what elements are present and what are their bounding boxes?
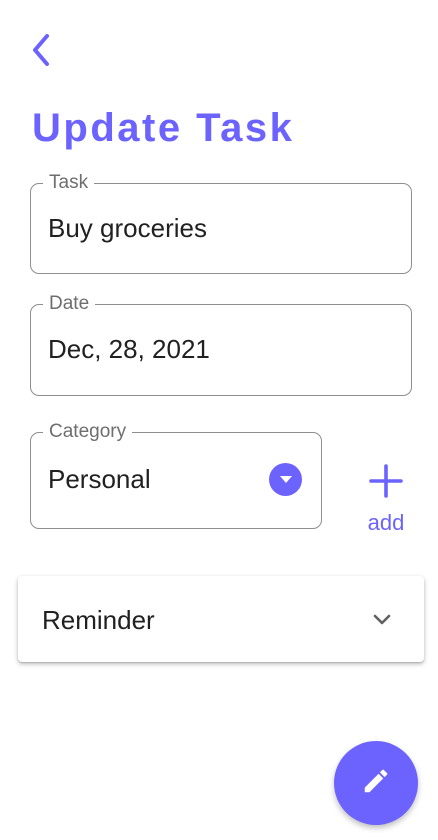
task-field-value[interactable]: Buy groceries <box>48 212 207 244</box>
reminder-expander[interactable]: Reminder <box>18 576 424 662</box>
dropdown-arrow-icon[interactable] <box>269 463 302 496</box>
date-field-label: Date <box>43 292 96 316</box>
edit-pencil-icon <box>361 766 391 801</box>
add-category-button[interactable]: add <box>352 456 420 540</box>
task-field[interactable]: Task Buy groceries <box>30 171 412 274</box>
category-select[interactable]: Category Personal <box>30 420 322 529</box>
plus-icon <box>369 464 403 498</box>
category-select-label: Category <box>43 420 133 444</box>
task-field-label: Task <box>43 171 95 195</box>
reminder-label: Reminder <box>42 605 155 635</box>
add-category-label: add <box>367 510 405 535</box>
edit-fab-button[interactable] <box>334 741 418 825</box>
category-select-value: Personal <box>48 464 151 494</box>
page-title: Update Task <box>32 106 295 150</box>
back-button[interactable] <box>22 26 62 78</box>
back-arrow-icon <box>27 28 57 77</box>
date-field[interactable]: Date Dec, 28, 2021 <box>30 292 412 396</box>
chevron-down-icon[interactable] <box>370 610 394 630</box>
date-field-value[interactable]: Dec, 28, 2021 <box>48 333 210 365</box>
